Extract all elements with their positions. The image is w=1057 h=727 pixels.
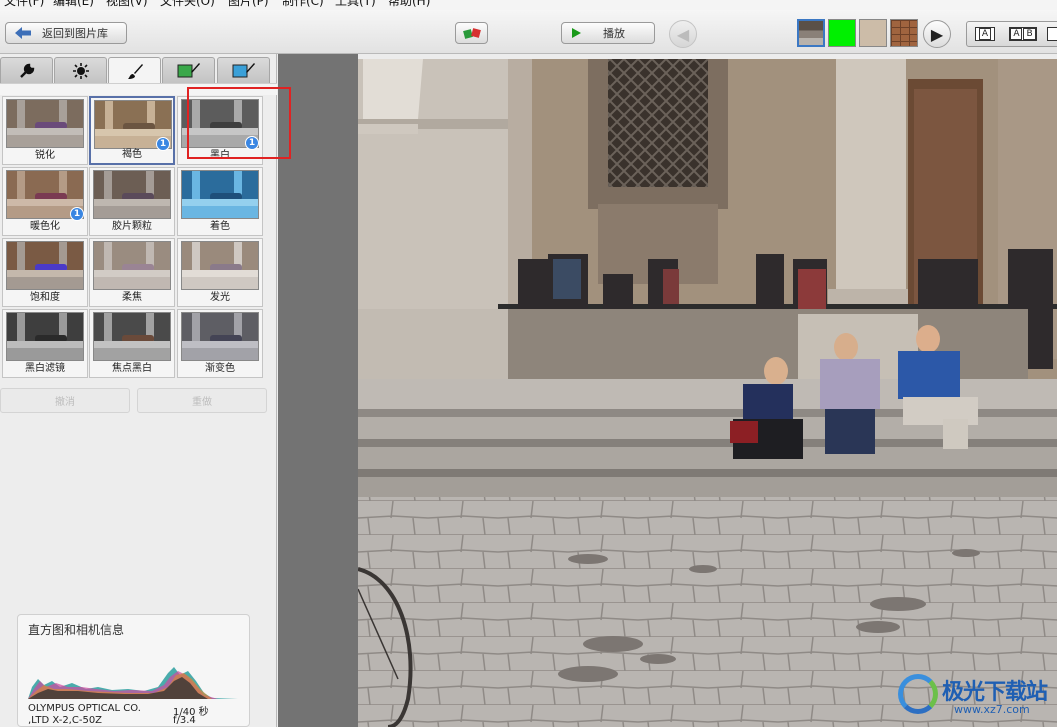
effect-thumbnail: [93, 241, 171, 290]
effect-count-badge: 1: [156, 137, 170, 151]
effect-thumbnail: [93, 312, 171, 361]
effect-label: 胶片颗粒: [112, 221, 152, 232]
effect-thumbnail: [6, 241, 84, 290]
previous-picture-button[interactable]: ◀: [669, 20, 697, 48]
histogram-title: 直方图和相机信息: [28, 623, 125, 637]
watermark-url: www.xz7.com: [954, 703, 1030, 716]
effect-thumbnail: [93, 170, 171, 219]
tab-effects[interactable]: [108, 57, 161, 85]
effect-tile[interactable]: 柔焦: [89, 238, 175, 307]
back-to-library-button[interactable]: 返回到图片库: [5, 22, 127, 44]
watermark: 极光下载站 www.xz7.com: [898, 672, 1057, 727]
tab-basic-fixes[interactable]: [0, 57, 53, 84]
effect-label: 饱和度: [30, 292, 60, 303]
tab-tuning[interactable]: [54, 57, 107, 84]
menu-bar: 文件(F) 编辑(E) 视图(V) 文件夹(O) 图片(P) 制作(C) 工具(…: [0, 0, 1057, 10]
arrow-right-icon: ▶: [930, 24, 944, 44]
camera-model: ,LTD X-2,C-50Z: [28, 715, 103, 726]
effects-icon: [462, 28, 481, 39]
background-swatch-green[interactable]: [828, 19, 856, 47]
effect-thumbnail: [181, 312, 259, 361]
menu-create[interactable]: 制作(C): [282, 0, 324, 8]
menu-edit[interactable]: 编辑(E): [53, 0, 94, 8]
photo-scene: [358, 59, 1057, 727]
effect-tile[interactable]: 胶片颗粒: [89, 167, 175, 236]
effect-thumbnail: [181, 170, 259, 219]
effect-label: 着色: [210, 221, 230, 232]
effect-label: 发光: [210, 292, 230, 303]
effect-tile[interactable]: 黑白滤镜: [2, 309, 88, 378]
play-slideshow-button[interactable]: 播放: [561, 22, 655, 44]
wrench-icon: [19, 63, 34, 78]
layout-toggle-group: A A B: [966, 21, 1057, 47]
play-icon: [572, 28, 581, 38]
background-swatch-beige[interactable]: [859, 19, 887, 47]
back-arrow-icon: [15, 27, 31, 39]
highlight-box: [187, 87, 291, 159]
effect-tile[interactable]: 暖色化 1: [2, 167, 88, 236]
watermark-brand: 极光下载站: [942, 680, 1048, 705]
compare-view-label-a: A: [1010, 28, 1023, 40]
effect-label: 黑白滤镜: [25, 363, 65, 374]
edit-tabs: [0, 54, 277, 85]
menu-picture[interactable]: 图片(P): [228, 0, 269, 8]
thumbnail-photo[interactable]: [797, 19, 825, 47]
effect-tile[interactable]: 发光: [177, 238, 263, 307]
watermark-logo-icon: [898, 674, 938, 714]
tab-effects-extra[interactable]: [217, 57, 270, 84]
single-view-label: A: [978, 28, 992, 40]
effect-label: 渐变色: [205, 363, 235, 374]
brush-icon: [127, 63, 143, 79]
effects-button[interactable]: [455, 22, 488, 44]
blue-brush-icon: [232, 63, 255, 78]
camera-make: OLYMPUS OPTICAL CO.: [28, 703, 141, 714]
effect-tile[interactable]: 渐变色: [177, 309, 263, 378]
effect-count-badge: 1: [70, 207, 84, 221]
menu-file[interactable]: 文件(F): [4, 0, 44, 8]
undo-button[interactable]: 撤消: [0, 388, 130, 413]
green-brush-icon: [177, 63, 200, 78]
play-button-label: 播放: [603, 27, 625, 40]
menu-folder[interactable]: 文件夹(O): [160, 0, 215, 8]
toolbar: 返回到图片库 播放 ◀ ▶ A A B: [0, 10, 1057, 54]
effect-thumbnail: [6, 312, 84, 361]
sun-icon: [72, 63, 89, 79]
effect-label: 锐化: [35, 150, 55, 161]
compare-view-button[interactable]: A B: [1009, 27, 1037, 41]
back-button-label: 返回到图片库: [42, 27, 108, 40]
aperture: f/3.4: [173, 715, 196, 726]
menu-tools[interactable]: 工具(T): [335, 0, 376, 8]
main-photo: [358, 59, 1057, 727]
next-picture-button[interactable]: ▶: [923, 20, 951, 48]
effect-thumbnail: [181, 241, 259, 290]
effect-tile[interactable]: 褐色 1: [89, 96, 175, 165]
effect-label: 柔焦: [122, 292, 142, 303]
multi-view-button[interactable]: [1047, 27, 1057, 41]
compare-view-label-b: B: [1023, 28, 1036, 40]
redo-button[interactable]: 重做: [137, 388, 267, 413]
tab-effects-more[interactable]: [162, 57, 215, 84]
effect-label: 焦点黑白: [112, 363, 152, 374]
effect-tile[interactable]: 饱和度: [2, 238, 88, 307]
effect-tile[interactable]: 焦点黑白: [89, 309, 175, 378]
background-swatch-brick[interactable]: [890, 19, 918, 47]
arrow-left-icon: ◀: [676, 24, 690, 44]
menu-help[interactable]: 帮助(H): [388, 0, 430, 8]
effect-tile[interactable]: 锐化: [2, 96, 88, 165]
histogram-panel: 直方图和相机信息 OLYMPUS OPTICAL CO. ,LTD X-2,C-…: [17, 614, 250, 727]
histogram-chart: [28, 667, 238, 699]
menu-view[interactable]: 视图(V): [106, 0, 148, 8]
effect-tile[interactable]: 着色: [177, 167, 263, 236]
single-view-button[interactable]: A: [975, 27, 995, 41]
effect-thumbnail: [6, 99, 84, 148]
